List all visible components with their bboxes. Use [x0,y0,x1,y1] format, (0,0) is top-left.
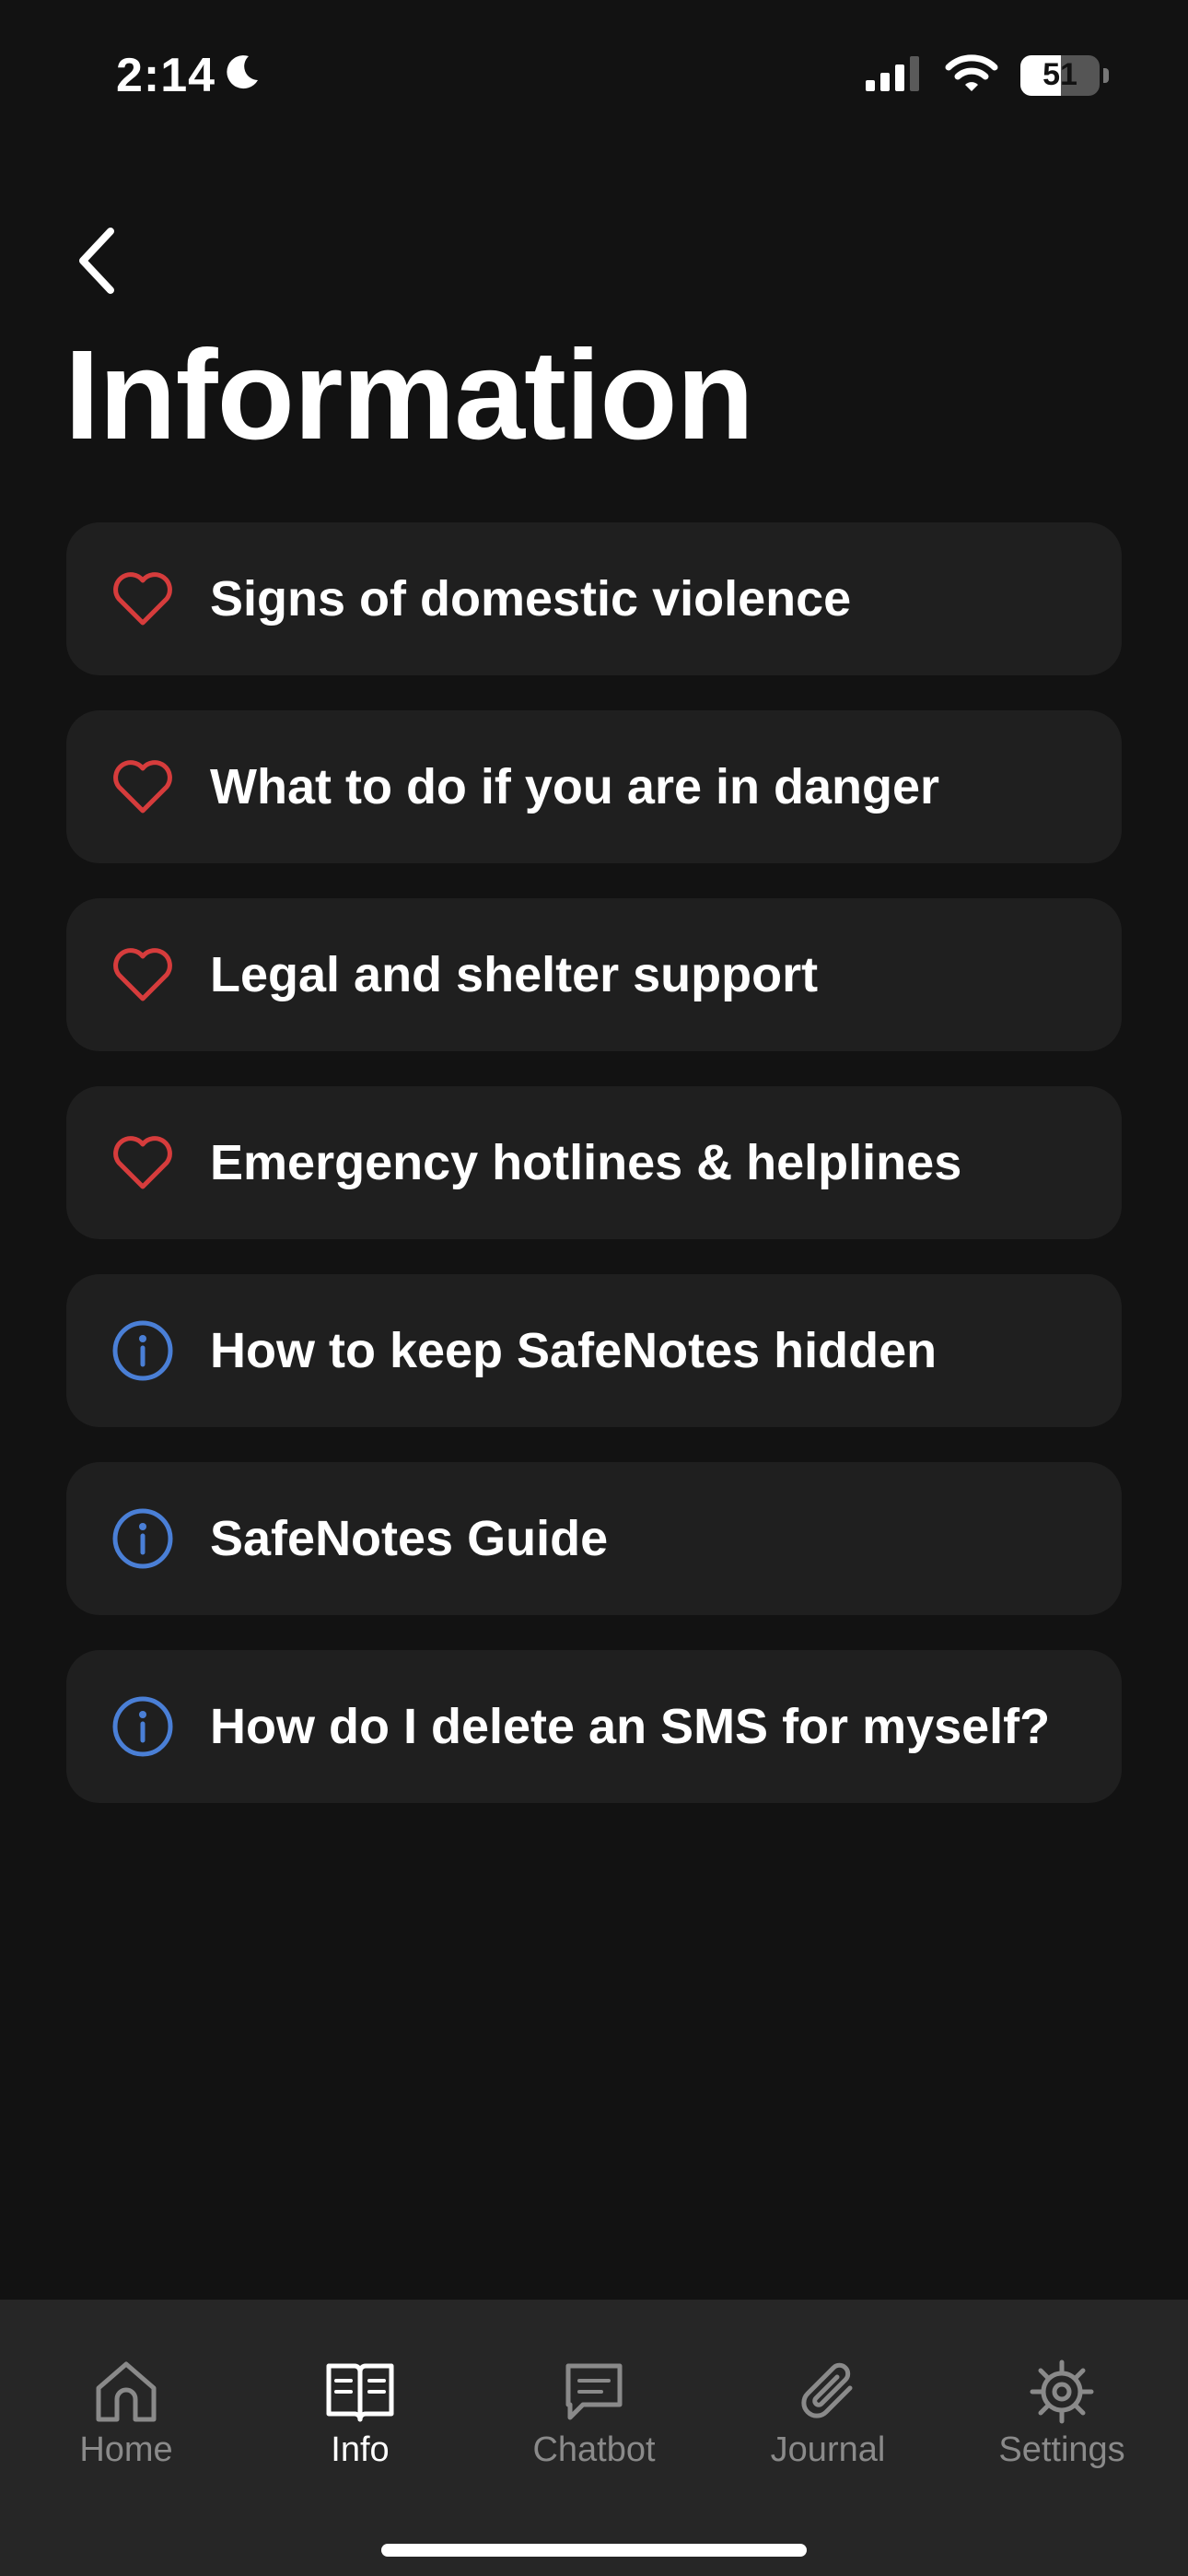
gear-icon [1025,2355,1099,2429]
info-card-safenotes-guide[interactable]: SafeNotes Guide [66,1462,1122,1615]
paperclip-icon [791,2355,865,2429]
home-indicator[interactable] [381,2544,807,2557]
status-time: 2:14 [116,49,216,102]
info-card-delete-sms[interactable]: How do I delete an SMS for myself? [66,1650,1122,1803]
tab-label: Chatbot [532,2430,656,2469]
page-title: Information [64,324,754,466]
info-card-label: How to keep SafeNotes hidden [210,1323,938,1378]
info-card-label: What to do if you are in danger [210,759,940,814]
info-card-label: SafeNotes Guide [210,1511,609,1566]
info-card-legal-and-shelter-support[interactable]: Legal and shelter support [66,898,1122,1051]
tab-chatbot[interactable]: Chatbot [483,2355,705,2470]
chat-icon [557,2355,631,2429]
info-icon [109,1317,177,1385]
info-card-label: Signs of domestic violence [210,571,852,626]
tab-home[interactable]: Home [16,2355,237,2470]
info-card-keep-safenotes-hidden[interactable]: How to keep SafeNotes hidden [66,1274,1122,1427]
info-card-label: How do I delete an SMS for myself? [210,1699,1051,1754]
heart-icon [109,941,177,1009]
info-card-label: Emergency hotlines & helplines [210,1135,962,1190]
tab-label: Home [79,2430,173,2469]
battery-level: 51 [1042,57,1077,92]
chevron-left-icon [74,226,120,300]
info-card-emergency-hotlines[interactable]: Emergency hotlines & helplines [66,1086,1122,1239]
info-card-signs-of-domestic-violence[interactable]: Signs of domestic violence [66,522,1122,675]
status-icons: 51 [864,53,1109,97]
back-button[interactable] [64,221,129,304]
heart-icon [109,753,177,821]
moon-icon [225,48,262,103]
book-icon [323,2355,397,2429]
info-card-label: Legal and shelter support [210,947,819,1002]
info-icon [109,1692,177,1761]
info-list: Signs of domestic violence What to do if… [66,522,1122,1838]
tab-bar: Home Info Chatbot Journal Settings [0,2300,1188,2576]
tab-label: Info [331,2430,390,2469]
heart-icon [109,1129,177,1197]
home-icon [89,2355,163,2429]
signal-icon [864,54,923,96]
tab-journal[interactable]: Journal [717,2355,938,2470]
tab-settings[interactable]: Settings [951,2355,1172,2470]
wifi-icon [945,53,998,97]
battery-icon: 51 [1020,54,1100,96]
info-card-what-to-do-if-in-danger[interactable]: What to do if you are in danger [66,710,1122,863]
tab-label: Settings [998,2430,1125,2469]
heart-icon [109,565,177,633]
battery-cap [1103,67,1109,83]
info-icon [109,1505,177,1573]
status-time-group: 2:14 [116,48,262,103]
status-bar: 2:14 51 [0,0,1188,157]
tab-info[interactable]: Info [250,2355,471,2470]
tab-label: Journal [770,2430,886,2469]
